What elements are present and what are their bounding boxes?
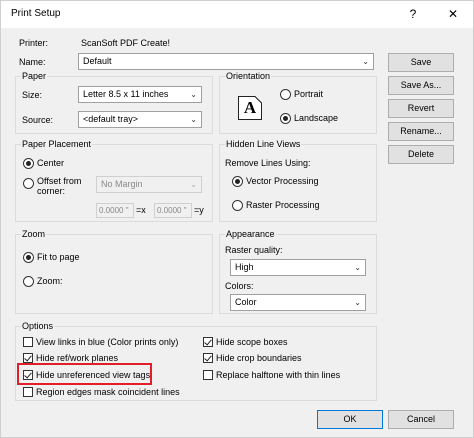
raster-processing-radio[interactable] xyxy=(232,200,243,211)
name-dropdown-value: Default xyxy=(83,56,112,66)
print-setup-dialog: Print Setup ? ✕ Printer: ScanSoft PDF Cr… xyxy=(0,0,474,438)
vector-processing-radio[interactable] xyxy=(232,176,243,187)
zoom-radio[interactable] xyxy=(23,276,34,287)
colors-dropdown[interactable]: Color ⌄ xyxy=(230,294,366,311)
offset-radio[interactable] xyxy=(23,178,34,189)
zoom-group: Zoom Fit to page Zoom: xyxy=(15,229,213,314)
cancel-button[interactable]: Cancel xyxy=(388,410,454,429)
offset-y-field[interactable]: 0.0000 " xyxy=(154,203,192,218)
options-group-label: Options xyxy=(21,321,55,331)
region-edges-mask-checkbox[interactable] xyxy=(23,387,33,397)
appearance-group-label: Appearance xyxy=(225,229,276,239)
replace-halftone-checkbox[interactable] xyxy=(203,370,213,380)
hide-ref-work-planes-checkbox[interactable] xyxy=(23,353,33,363)
margin-dropdown[interactable]: No Margin ⌄ xyxy=(96,176,202,193)
ok-button[interactable]: OK xyxy=(317,410,383,429)
zoom-group-label: Zoom xyxy=(21,229,47,239)
source-dropdown[interactable]: <default tray> ⌄ xyxy=(78,111,202,128)
paper-group: Paper Size: Letter 8.5 x 11 inches ⌄ Sou… xyxy=(15,71,213,134)
chevron-down-icon: ⌄ xyxy=(190,90,197,99)
offset-y-label: =y xyxy=(194,205,204,215)
hide-scope-boxes-checkbox[interactable] xyxy=(203,337,213,347)
save-button[interactable]: Save xyxy=(388,53,454,72)
landscape-label: Landscape xyxy=(294,113,339,123)
size-label: Size: xyxy=(22,90,43,100)
chevron-down-icon: ⌄ xyxy=(190,180,197,189)
portrait-label: Portrait xyxy=(294,89,324,99)
remove-lines-label: Remove Lines Using: xyxy=(225,158,311,168)
fit-to-page-label: Fit to page xyxy=(37,252,80,262)
replace-halftone-label: Replace halftone with thin lines xyxy=(216,370,341,380)
view-links-blue-label: View links in blue (Color prints only) xyxy=(36,337,179,347)
title-bar: Print Setup ? ✕ xyxy=(1,1,473,28)
region-edges-mask-label: Region edges mask coincident lines xyxy=(36,387,180,397)
size-dropdown[interactable]: Letter 8.5 x 11 inches ⌄ xyxy=(78,86,202,103)
paper-placement-group: Paper Placement Center Offset from corne… xyxy=(15,139,213,222)
delete-button[interactable]: Delete xyxy=(388,145,454,164)
landscape-page-icon: A xyxy=(238,96,262,120)
view-links-blue-checkbox[interactable] xyxy=(23,337,33,347)
zoom-label: Zoom: xyxy=(37,276,63,286)
chevron-down-icon: ⌄ xyxy=(354,263,361,272)
name-label: Name: xyxy=(19,57,46,67)
landscape-radio[interactable] xyxy=(280,113,291,124)
center-radio[interactable] xyxy=(23,158,34,169)
help-icon[interactable]: ? xyxy=(399,4,427,24)
orientation-group-label: Orientation xyxy=(225,71,272,81)
chevron-down-icon: ⌄ xyxy=(362,57,369,66)
portrait-radio[interactable] xyxy=(280,89,291,100)
raster-quality-label: Raster quality: xyxy=(225,245,283,255)
hidden-line-views-group: Hidden Line Views Remove Lines Using: Ve… xyxy=(219,139,377,222)
size-dropdown-value: Letter 8.5 x 11 inches xyxy=(83,89,169,99)
highlight-annotation xyxy=(17,363,152,385)
vector-processing-label: Vector Processing xyxy=(246,176,319,186)
paper-placement-group-label: Paper Placement xyxy=(21,139,93,149)
orientation-group: Orientation A Portrait Landscape xyxy=(219,71,377,134)
rename-button[interactable]: Rename... xyxy=(388,122,454,141)
name-dropdown[interactable]: Default ⌄ xyxy=(78,53,374,70)
chevron-down-icon: ⌄ xyxy=(354,298,361,307)
raster-quality-value: High xyxy=(235,262,254,272)
hide-crop-boundaries-checkbox[interactable] xyxy=(203,353,213,363)
margin-dropdown-value: No Margin xyxy=(101,179,143,189)
chevron-down-icon: ⌄ xyxy=(190,115,197,124)
hide-scope-boxes-label: Hide scope boxes xyxy=(216,337,288,347)
hidden-line-views-group-label: Hidden Line Views xyxy=(225,139,302,149)
printer-value: ScanSoft PDF Create! xyxy=(81,38,171,48)
revert-button[interactable]: Revert xyxy=(388,99,454,118)
window-title: Print Setup xyxy=(11,8,61,19)
offset-label: Offset from corner: xyxy=(37,176,82,196)
raster-quality-dropdown[interactable]: High ⌄ xyxy=(230,259,366,276)
hide-crop-boundaries-label: Hide crop boundaries xyxy=(216,353,302,363)
source-label: Source: xyxy=(22,115,54,125)
colors-label: Colors: xyxy=(225,281,254,291)
source-dropdown-value: <default tray> xyxy=(83,114,139,124)
paper-group-label: Paper xyxy=(21,71,48,81)
fit-to-page-radio[interactable] xyxy=(23,252,34,263)
printer-label: Printer: xyxy=(19,38,49,48)
save-as-button[interactable]: Save As... xyxy=(388,76,454,95)
close-icon[interactable]: ✕ xyxy=(439,4,467,24)
hide-ref-work-planes-label: Hide ref/work planes xyxy=(36,353,119,363)
offset-x-field[interactable]: 0.0000 " xyxy=(96,203,134,218)
raster-processing-label: Raster Processing xyxy=(246,200,320,210)
appearance-group: Appearance Raster quality: High ⌄ Colors… xyxy=(219,229,377,314)
center-label: Center xyxy=(37,158,65,168)
offset-x-label: =x xyxy=(136,205,146,215)
colors-value: Color xyxy=(235,297,257,307)
